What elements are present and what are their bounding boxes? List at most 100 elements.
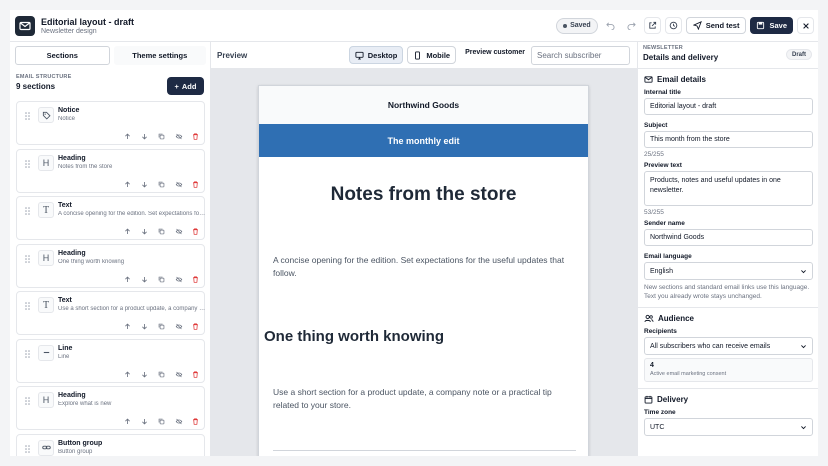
email-language-select[interactable]: English [644,262,813,280]
page-subtitle: Newsletter design [41,27,97,35]
external-link-icon [649,21,656,29]
duplicate-icon [158,133,165,140]
recipients-select[interactable]: All subscribers who can receive emails [644,337,813,355]
undo-button[interactable] [601,17,619,34]
email-paragraph-1[interactable]: A concise opening for the edition. Set e… [273,254,573,280]
audience-section: Audience Recipients All subscribers who … [638,308,818,382]
save-button[interactable]: Save [750,17,793,34]
redo-button[interactable] [622,17,640,34]
move-down-icon [141,133,148,140]
delete-button[interactable] [191,417,200,426]
drag-handle-icon[interactable] [25,349,30,360]
section-card[interactable]: H Heading Notes from the store [16,148,205,193]
save-label: Save [769,21,787,30]
move-down-button[interactable] [140,370,149,379]
hide-button[interactable] [174,227,183,236]
email-heading-2[interactable]: One thing worth knowing [264,328,444,345]
hide-button[interactable] [174,132,183,141]
hide-button[interactable] [174,180,183,189]
delete-button[interactable] [191,322,200,331]
subject-counter: 25/255 [644,151,664,158]
move-up-button[interactable] [123,180,132,189]
section-actions [123,370,200,379]
section-card[interactable]: Line Line [16,338,205,383]
timezone-select[interactable]: UTC [644,418,813,436]
history-button[interactable] [664,17,682,34]
internal-title-input[interactable]: Editorial layout - draft [644,98,813,115]
move-up-button[interactable] [123,322,132,331]
sender-name-label: Sender name [644,220,685,227]
section-subtitle: Notice [58,116,76,122]
drag-handle-icon[interactable] [25,397,30,407]
move-down-button[interactable] [140,417,149,426]
drag-handle-icon[interactable] [25,254,30,265]
section-actions [123,417,200,426]
move-down-button[interactable] [140,132,149,141]
email-heading-1[interactable]: Notes from the store [259,184,588,206]
email-paragraph-2[interactable]: Use a short section for a product update… [273,386,578,412]
duplicate-button[interactable] [157,370,166,379]
section-list: Notice Notice H Heading Notes from the store… [10,95,210,456]
duplicate-button[interactable] [157,322,166,331]
subscriber-search-input[interactable]: Search subscriber [531,45,630,65]
move-up-button[interactable] [123,417,132,426]
section-subtitle: Use a short section for a product update… [58,306,206,312]
add-section-button[interactable]: + Add [167,77,204,95]
duplicate-button[interactable] [157,417,166,426]
drag-handle-icon[interactable] [25,302,30,312]
mobile-view-button[interactable]: Mobile [407,46,457,64]
preview-area: Preview Desktop Mobile Preview customer … [211,42,637,456]
send-test-label: Send test [705,21,740,30]
duplicate-button[interactable] [157,227,166,236]
move-down-button[interactable] [140,322,149,331]
preview-text-input[interactable]: Products, notes and useful updates in on… [644,171,813,206]
close-icon [802,22,809,29]
hide-button[interactable] [174,417,183,426]
tab-sections[interactable]: Sections [15,46,110,65]
move-down-button[interactable] [140,180,149,189]
subject-input[interactable]: This month from the store [644,131,813,148]
duplicate-button[interactable] [157,132,166,141]
section-card[interactable]: H Heading One thing worth knowing [16,243,205,288]
send-test-button[interactable]: Send test [685,17,747,34]
delete-button[interactable] [191,180,200,189]
move-up-button[interactable] [123,275,132,284]
section-card[interactable]: T Text A concise opening for the edition. … [16,196,206,240]
section-title: Text [58,202,72,209]
move-up-button[interactable] [123,370,132,379]
hide-button[interactable] [174,370,183,379]
delete-button[interactable] [191,370,200,379]
hide-button[interactable] [174,322,183,331]
details-panel: NEWSLETTER Details and delivery Draft Em… [637,42,818,456]
delete-button[interactable] [191,132,200,141]
move-down-button[interactable] [140,227,149,236]
hide-icon [175,181,183,188]
move-up-button[interactable] [123,132,132,141]
drag-handle-icon[interactable] [25,444,30,455]
move-down-button[interactable] [140,275,149,284]
delete-button[interactable] [191,227,200,236]
delete-button[interactable] [191,275,200,284]
subject-label: Subject [644,122,668,129]
drag-handle-icon[interactable] [25,112,30,122]
duplicate-button[interactable] [157,180,166,189]
section-card[interactable]: H Heading Explore what is new [16,386,205,430]
open-external-button[interactable] [643,17,661,34]
tab-theme-settings[interactable]: Theme settings [113,46,206,65]
sender-name-input[interactable]: Northwind Goods [644,229,813,246]
duplicate-icon [158,276,165,283]
section-card[interactable]: Notice Notice [16,101,205,145]
hide-icon [175,418,183,425]
email-divider-line[interactable] [273,450,576,451]
section-card[interactable]: T Text Use a short section for a product u… [16,291,206,335]
drag-handle-icon[interactable] [25,207,30,217]
drag-handle-icon[interactable] [25,159,30,170]
move-up-button[interactable] [123,227,132,236]
close-button[interactable] [797,17,814,34]
duplicate-button[interactable] [157,275,166,284]
desktop-view-button[interactable]: Desktop [348,46,404,64]
hide-icon [175,323,183,330]
hide-button[interactable] [174,275,183,284]
section-card[interactable]: Button group Button group [16,433,205,456]
section-title: Button group [58,439,103,447]
